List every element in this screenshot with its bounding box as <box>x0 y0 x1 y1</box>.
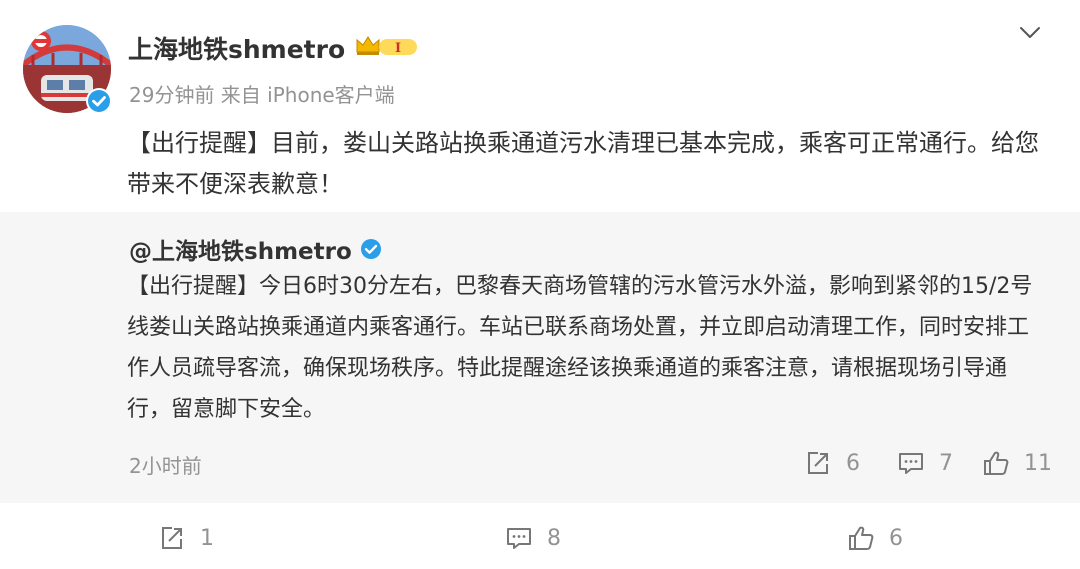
repost-like-button[interactable]: 11 <box>982 449 1052 477</box>
repost-repost-button[interactable]: 6 <box>804 449 860 477</box>
vip-crown-icon[interactable]: I <box>355 32 419 64</box>
comment-button[interactable]: 8 <box>505 524 561 552</box>
repost-icon <box>808 452 828 474</box>
verified-icon <box>360 238 382 260</box>
repost-like-count: 11 <box>1024 450 1052 476</box>
repost-time: 2小时前 <box>129 454 202 478</box>
post-text: 【出行提醒】目前，娄山关路站换乘通道污水清理已基本完成，乘客可正常通行。给您带来… <box>127 129 1039 198</box>
comment-icon <box>899 453 923 474</box>
comment-count: 8 <box>547 525 561 551</box>
like-icon <box>984 451 1009 475</box>
repost-repost-count: 6 <box>846 450 860 476</box>
repost-comment-count: 7 <box>939 450 953 476</box>
like-count: 6 <box>889 525 903 551</box>
repost-button[interactable]: 1 <box>158 524 214 552</box>
repost-text: 【出行提醒】今日6时30分左右，巴黎春天商场管辖的污水管污水外溢，影响到紧邻的1… <box>127 274 1033 422</box>
repost-icon <box>162 527 182 549</box>
verified-icon <box>86 88 112 114</box>
repost-author-name: @上海地铁shmetro <box>129 239 352 265</box>
like-icon <box>849 526 874 550</box>
repost-comment-button[interactable]: 7 <box>897 449 953 477</box>
repost-card[interactable]: @上海地铁shmetro 【出行提醒】今日6时30分左右，巴黎春天商场管辖的污水… <box>0 212 1080 503</box>
vip-level: I <box>395 41 401 56</box>
user-name-text: 上海地铁shmetro <box>128 35 346 64</box>
like-button[interactable]: 6 <box>847 524 903 552</box>
post-meta: 29分钟前 来自 iPhone客户端 <box>129 83 395 107</box>
comment-icon <box>507 528 531 549</box>
chevron-down-icon[interactable] <box>1015 18 1045 48</box>
repost-count: 1 <box>200 525 214 551</box>
user-name[interactable]: 上海地铁shmetro I <box>128 30 419 66</box>
repost-author[interactable]: @上海地铁shmetro <box>129 232 382 266</box>
